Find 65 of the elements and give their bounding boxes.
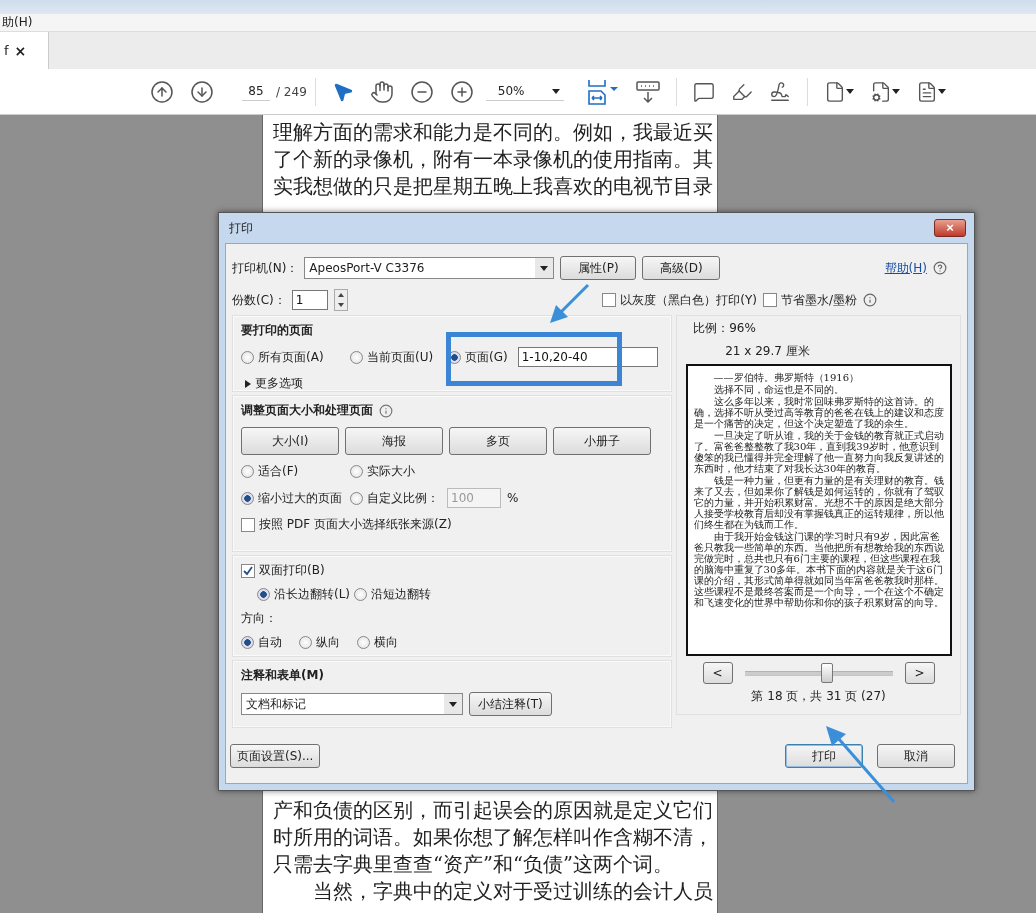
page-setup-button[interactable]: 页面设置(S)... <box>230 744 320 768</box>
radio-label: 沿长边翻转(L) <box>274 586 351 603</box>
radio-label: 实际大小 <box>367 463 415 480</box>
comments-dropdown[interactable]: 文档和标记 <box>241 693 463 715</box>
properties-button[interactable]: 属性(P) <box>560 256 637 280</box>
page-range-field[interactable]: 1-10,20-40 <box>517 347 658 367</box>
section-title: 注释和表单(M) <box>241 667 325 684</box>
document-text-line: 只需去字典里查查“资产”和“负债”这两个词。 <box>273 852 674 878</box>
mode-button[interactable]: 多页 <box>449 427 547 455</box>
preview-paragraph: 选择不同，命运也是不同的。 <box>712 384 845 395</box>
preview-paragraph: 这么多年以来，我时常回味弗罗斯特的这首诗。的确，选择不听从受过高等教育的爸爸在钱上的建议和态度是一个痛苦的决定，但这个决定塑造了我的余生。 <box>693 396 944 429</box>
mode-button[interactable]: 小册子 <box>553 427 651 455</box>
checkbox-label: 双面打印(B) <box>259 562 325 579</box>
printer-dropdown[interactable]: ApeosPort-V C3376 <box>304 257 555 279</box>
summarize-comments-button[interactable]: 小结注释(T) <box>469 692 552 716</box>
page-total: / 249 <box>276 84 307 99</box>
mode-button[interactable]: 海报 <box>345 427 443 455</box>
radio-label: 缩小过大的页面 <box>258 489 342 507</box>
section-title: 要打印的页面 <box>241 322 314 339</box>
radio-label: 纵向 <box>316 634 340 651</box>
section-title: 调整页面大小和处理页面 <box>241 402 373 419</box>
radio-label: 所有页面(A) <box>258 348 324 366</box>
radio-label: 适合(F) <box>258 463 299 480</box>
dialog-action-button[interactable]: 打印 <box>785 744 863 768</box>
preview-paragraph: 钱是一种力量，但更有力量的是有关理财的教育。钱来了又去，但如果你了解钱是如何运转的，你就有了驾驭它的力量，并开始积累财富。光想不干的原因是绝大部分人接受学校教育后却没有掌握钱真正的运转规律，所以他们终生都在为钱而工作。 <box>693 475 944 530</box>
checkbox-label: 以灰度（黑白色）打印(Y) <box>620 291 757 309</box>
radio-label: 页面(G) <box>465 348 508 366</box>
document-text-line: 当然，字典中的定义对于受过训练的会计人员 <box>312 879 714 905</box>
document-text-line: 产和负债的区别，而引起误会的原因就是定义它们 <box>273 798 714 824</box>
percent-sign: % <box>507 491 519 505</box>
radio-label: 自动 <box>258 634 282 651</box>
next-page-button[interactable]: > <box>904 662 935 684</box>
document-tab[interactable]: f × <box>0 32 49 69</box>
checkbox-label: 节省墨水/墨粉 <box>780 291 857 309</box>
radio-label: 横向 <box>374 634 398 651</box>
radio-label: 自定义比例： <box>367 489 439 507</box>
tab-title: f <box>4 43 9 58</box>
zoom-dropdown[interactable]: 50% <box>485 82 564 101</box>
document-text-line: 了个新的录像机，附有一本录像机的使用指南。其 <box>273 147 714 173</box>
dialog-title: 打印 <box>229 219 253 237</box>
dialog-action-button[interactable]: 取消 <box>877 744 955 768</box>
preview-paragraph: 由于我开始金钱这门课的学习时只有9岁，因此富爸爸只教我一些简单的东西。当他把所有想教给我的东西说完做完时，总共也只有6门主要的课程，但这些课程在我的脑海中重复了30多年。本书下面的内容就是关于这6门课的介绍，其形式简单得就如同当年富爸爸教我时那样。这些课程不是最终答案而是一个向导，一个在这个不确定和飞速变化的世界中帮助你和你的孩子积累财富的向导。 <box>693 531 944 608</box>
preview-paragraph: 一旦决定了听从谁，我的关于金钱的教育就正式启动了。富爸爸整整教了我30年，直到我39岁时，他意识到傻笨的我已懂得并完全理解了他一直努力向我反复讲述的东西时，他才结束了对我长达30年的教育。 <box>693 430 944 474</box>
document-text-line: 实我想做的只是把星期五晚上我喜欢的电视节目录 <box>273 174 714 200</box>
help-link[interactable]: 帮助(H) <box>884 259 927 277</box>
scale-text: 比例：96% <box>693 320 756 337</box>
paper-size-text: 21 x 29.7 厘米 <box>725 343 810 360</box>
copies-field[interactable]: 1 <box>291 290 328 310</box>
preview-paragraph: ——罗伯特。弗罗斯特（1916） <box>712 372 861 383</box>
page-number-field[interactable]: 85 <box>242 82 270 101</box>
menu-item[interactable]: 助(H) <box>0 14 35 31</box>
orientation-label: 方向： <box>241 610 278 627</box>
previous-page-button[interactable]: < <box>702 662 733 684</box>
page-info-text: 第 18 页，共 31 页 (27) <box>751 688 886 705</box>
document-text-line: 时所用的词语。如果你想了解怎样叫作含糊不清， <box>273 825 714 851</box>
mode-button[interactable]: 大小(I) <box>241 427 339 455</box>
radio-label: 当前页面(U) <box>367 348 434 366</box>
copies-label: 份数(C)： <box>232 291 286 309</box>
document-text-line: 理解方面的需求和能力是不同的。例如，我最近买 <box>273 120 714 146</box>
radio-label: 沿短边翻转 <box>371 586 432 603</box>
checkbox-label: 按照 PDF 页面大小选择纸张来源(Z) <box>259 516 452 533</box>
tab-close-button[interactable]: × <box>14 42 27 59</box>
printer-label: 打印机(N)： <box>232 259 299 277</box>
more-options-toggle[interactable]: 更多选项 <box>255 375 303 392</box>
advanced-button[interactable]: 高级(D) <box>642 256 721 280</box>
